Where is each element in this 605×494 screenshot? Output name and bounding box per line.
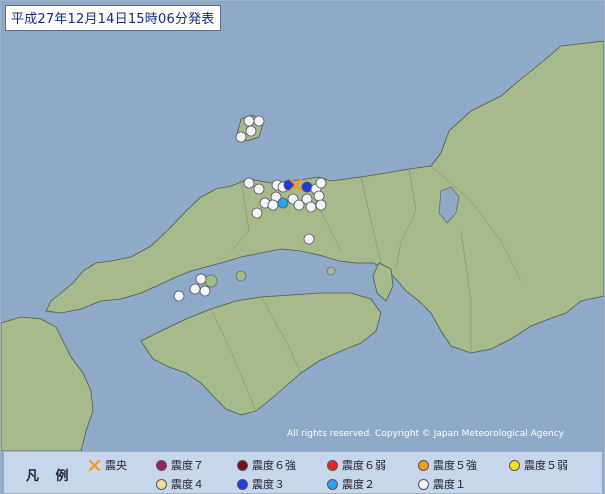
legend-label: 震度３ xyxy=(252,478,285,491)
intensity-1-marker[interactable] xyxy=(243,177,255,189)
legend-item-intensity-3: 震度３ xyxy=(237,476,285,492)
intensity-1-marker[interactable] xyxy=(315,177,327,189)
intensity-3-dot xyxy=(237,478,248,490)
legend-label: 震度６強 xyxy=(252,459,296,472)
legend-label: 震度６弱 xyxy=(342,459,386,472)
intensity-1-dot xyxy=(418,478,429,490)
legend-item-intensity-5-upper: 震度５強 xyxy=(418,457,477,473)
seismic-map xyxy=(1,1,604,451)
legend-title: 凡 例 xyxy=(26,469,75,484)
land-islet xyxy=(235,270,247,282)
legend-label: 震度７ xyxy=(171,459,204,472)
intensity-6-upper-dot xyxy=(237,459,248,471)
legend-panel: 凡 例 震央 震度７ 震度６強 震度６弱 震度５強 震度５弱 震度４ 震度３ 震… xyxy=(4,451,602,493)
legend-item-intensity-5-lower: 震度５弱 xyxy=(509,457,568,473)
legend-label: 震度４ xyxy=(171,478,204,491)
legend-item-epicenter: 震央 xyxy=(88,457,127,473)
intensity-1-marker[interactable] xyxy=(303,233,315,245)
intensity-5-upper-dot xyxy=(418,459,429,471)
intensity-2-dot xyxy=(327,478,338,490)
report-title: 平成27年12月14日15時06分発表 xyxy=(5,5,221,31)
intensity-1-marker[interactable] xyxy=(305,201,317,213)
legend-label: 震度５強 xyxy=(433,459,477,472)
intensity-3-marker[interactable] xyxy=(301,181,313,193)
land-islet xyxy=(204,274,218,288)
intensity-1-marker[interactable] xyxy=(315,199,327,211)
legend-label: 震度５弱 xyxy=(524,459,568,472)
intensity-5-lower-dot xyxy=(509,459,520,471)
intensity-1-marker[interactable] xyxy=(189,283,201,295)
intensity-1-marker[interactable] xyxy=(235,131,247,143)
intensity-1-marker[interactable] xyxy=(173,290,185,302)
intensity-4-dot xyxy=(156,478,167,490)
legend-label: 震度１ xyxy=(433,478,466,491)
legend-item-intensity-6-upper: 震度６強 xyxy=(237,457,296,473)
legend-item-intensity-1: 震度１ xyxy=(418,476,466,492)
land-islet xyxy=(326,266,336,276)
legend-item-intensity-2: 震度２ xyxy=(327,476,375,492)
intensity-1-marker[interactable] xyxy=(253,183,265,195)
intensity-1-marker[interactable] xyxy=(243,115,255,127)
intensity-1-marker[interactable] xyxy=(245,125,257,137)
intensity-6-lower-dot xyxy=(327,459,338,471)
intensity-2-marker[interactable] xyxy=(277,197,289,209)
intensity-7-dot xyxy=(156,459,167,471)
legend-item-intensity-7: 震度７ xyxy=(156,457,204,473)
legend-item-intensity-4: 震度４ xyxy=(156,476,204,492)
copyright-notice: All rights reserved. Copyright © Japan M… xyxy=(287,429,564,439)
intensity-1-marker[interactable] xyxy=(313,190,325,202)
legend-label: 震央 xyxy=(105,459,127,472)
intensity-1-marker[interactable] xyxy=(253,115,265,127)
legend-label: 震度２ xyxy=(342,478,375,491)
intensity-1-marker[interactable] xyxy=(195,273,207,285)
epicenter-x-icon xyxy=(88,459,101,471)
legend-item-intensity-6-lower: 震度６弱 xyxy=(327,457,386,473)
intensity-1-marker[interactable] xyxy=(251,207,263,219)
map-frame: 平成27年12月14日15時06分発表 All rights reserved.… xyxy=(0,0,605,494)
intensity-1-marker[interactable] xyxy=(199,285,211,297)
intensity-1-marker[interactable] xyxy=(267,199,279,211)
